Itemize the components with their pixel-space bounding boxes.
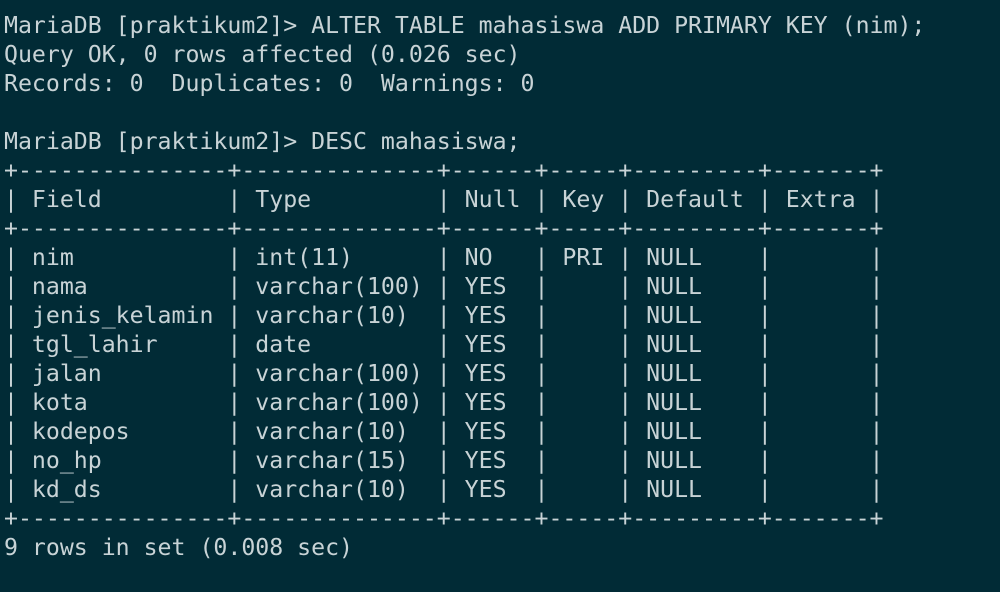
table-row: | no_hp | varchar(15) | YES | | NULL | | bbox=[4, 447, 884, 474]
table-row: | jalan | varchar(100) | YES | | NULL | … bbox=[4, 360, 884, 387]
query-ok-status: Query OK, 0 rows affected (0.026 sec) bbox=[4, 41, 521, 68]
table-row: | jenis_kelamin | varchar(10) | YES | | … bbox=[4, 302, 884, 329]
records-summary: Records: 0 Duplicates: 0 Warnings: 0 bbox=[4, 70, 535, 97]
table-row: | kodepos | varchar(10) | YES | | NULL |… bbox=[4, 418, 884, 445]
rows-in-set-status: 9 rows in set (0.008 sec) bbox=[4, 534, 354, 561]
table-header-row: | Field | Type | Null | Key | Default | … bbox=[4, 186, 884, 213]
table-row: | kd_ds | varchar(10) | YES | | NULL | | bbox=[4, 476, 884, 503]
desc-result-table: +---------------+--------------+------+-… bbox=[4, 156, 1000, 533]
table-row: | tgl_lahir | date | YES | | NULL | | bbox=[4, 331, 884, 358]
table-row: | nim | int(11) | NO | PRI | NULL | | bbox=[4, 244, 884, 271]
table-border-bottom: +---------------+--------------+------+-… bbox=[4, 505, 884, 532]
table-row: | nama | varchar(100) | YES | | NULL | | bbox=[4, 273, 884, 300]
terminal-window[interactable]: MariaDB [praktikum2]> ALTER TABLE mahasi… bbox=[0, 0, 1000, 592]
table-border-header: +---------------+--------------+------+-… bbox=[4, 215, 884, 242]
prompt-desc-command: MariaDB [praktikum2]> DESC mahasiswa; bbox=[4, 128, 521, 155]
table-row: | kota | varchar(100) | YES | | NULL | | bbox=[4, 389, 884, 416]
table-border-top: +---------------+--------------+------+-… bbox=[4, 157, 884, 184]
prompt-alter-command: MariaDB [praktikum2]> ALTER TABLE mahasi… bbox=[4, 12, 926, 39]
